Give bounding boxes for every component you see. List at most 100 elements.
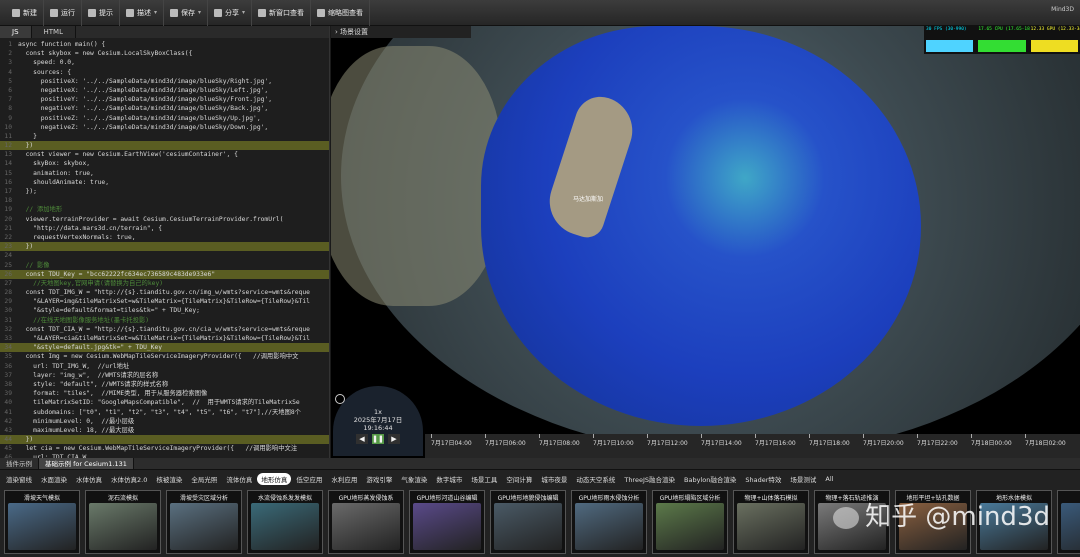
category-tab[interactable]: 地形仿真 [257,473,292,485]
line-number: 32 [4,325,12,333]
code-text: "&style=default&format=tiles&tk=" + TDU_… [18,307,200,315]
category-tab[interactable]: 渲染窗线 [2,473,36,485]
example-thumbnail[interactable]: GPU地形地貌侵蚀编辑 [490,490,566,554]
category-tab[interactable]: 场景工具 [467,473,501,485]
code-text: const Img = new Cesium.WebMapTileService… [18,353,299,361]
clock-speed: 1x [374,408,382,416]
perf-label: 17.65 CPU (17.65-18 [978,27,1030,32]
code-text: format: "tiles", //MIME类型, 用于从服务器检索图像 [18,390,208,398]
toolbar-button-7[interactable]: 缩略图查看 [311,0,371,26]
code-text: "&style=default.jpg&tk=" + TDU_Key [18,344,163,352]
example-thumbnail[interactable] [1057,490,1080,554]
toolbar-button-1[interactable]: 运行 [44,0,82,26]
rewind-button[interactable]: ◀ [356,434,368,444]
toolbar-button-6[interactable]: 新窗口查看 [252,0,312,26]
scene-settings-header[interactable]: › 场景设置 [331,26,471,38]
code-line: 23 }) [0,242,329,252]
code-text: sources: { [18,68,72,76]
help-icon[interactable] [335,394,345,404]
code-text: minimumLevel: 0, //最小层级 [18,417,135,425]
category-tab[interactable]: 气象渲染 [397,473,431,485]
code-line: 9 positiveZ: '../../SampleData/mind3d/im… [0,114,329,123]
category-tab[interactable]: 核被渲染 [152,473,186,485]
category-tab[interactable]: 动态天空系统 [572,473,619,485]
perf-bar [1030,40,1078,52]
category-tab[interactable]: 游戏引擎 [362,473,396,485]
line-number: 23 [4,243,12,251]
toolbar-label: 新窗口查看 [269,8,305,17]
line-number: 16 [4,178,12,186]
example-thumbnail[interactable]: GPU地形塌陷区域分析 [652,490,728,554]
new-window-icon [258,8,267,17]
perf-monitor: 30 FPS (30-990) 17.65 CPU (17.65-18 12.33 … [924,26,1080,54]
timeline-tick: 7月17日22:00 [917,434,958,447]
timeline[interactable]: 7月17日04:00 7月17日06:00 7月17日08:00 7月17日10:00… [425,434,1080,458]
category-tab[interactable]: 全局光照 [187,473,221,485]
example-thumbnail[interactable]: GPU地形河道山谷编辑 [409,490,485,554]
example-thumbnail[interactable]: 滑坡受灾区域分析 [166,490,242,554]
code-line: 37 layer: "img_w", //WMTS请求的层名称 [0,371,329,380]
category-tab[interactable]: 水体仿真2.0 [107,473,151,485]
code-line: 11 } [0,132,329,141]
toolbar-button-4[interactable]: 保存 ▾ [164,0,209,26]
line-number: 1 [8,41,12,48]
example-thumbnail[interactable]: 水流侵蚀系发发模拟 [247,490,323,554]
code-text: speed: 0.0, [18,59,75,67]
code-line: 32 const TDT_CIA_W = "http://{s}.tiandit… [0,325,329,334]
code-text: const viewer = new Cesium.EarthView('ces… [18,151,238,159]
category-tab[interactable]: 水体仿真 [72,473,106,485]
code-text: }) [18,142,34,150]
code-text: maximumLevel: 18, //最大层级 [18,426,135,434]
pause-button[interactable]: ❚❚ [372,434,384,444]
toolbar: 新建 运行 提示 描述 ▾ 保存 ▾ 分享 ▾ 新窗口查看 缩略图查看 [0,0,1080,26]
code-text: shouldAnimate: true, [18,178,109,186]
thumbnail-label: GPU地形塌陷区域分析 [659,495,721,502]
example-thumbnail[interactable]: 滑坡天气模拟 [4,490,80,554]
tab-plugin-examples[interactable]: 插件示例 [0,458,39,469]
category-tab[interactable]: 水利应用 [327,473,361,485]
code-area[interactable]: 1 async function main() {2 const skybox =… [0,40,329,458]
example-thumbnail[interactable]: 物理+山体落石模拟 [733,490,809,554]
code-text: negativeZ: '../../SampleData/mind3d/imag… [18,123,269,131]
tab-js[interactable]: JS [0,26,32,38]
toolbar-button-5[interactable]: 分享 ▾ [208,0,253,26]
play-icon [50,8,58,17]
category-tab[interactable]: 数字城市 [432,473,466,485]
category-tab[interactable]: 水面渲染 [37,473,71,485]
line-number: 4 [8,68,12,76]
cesium-viewer[interactable]: › 场景设置 30 FPS (30-990) 17.65 CPU (17.65-1… [331,26,1080,458]
category-tab[interactable]: 流体仿真 [222,473,256,485]
chevron-down-icon: ▾ [198,9,202,16]
category-tab[interactable]: 低空应用 [292,473,326,485]
code-line: 1 async function main() { [0,40,329,49]
tab-basic-examples[interactable]: 基础示例 for Cesium1.131 [39,458,134,469]
code-text: subdomains: ["t0", "t1", "t2", "t3", "t4… [18,408,301,416]
thumbnail-image [251,503,319,550]
line-number: 30 [4,307,12,315]
toolbar-button-0[interactable]: 新建 [6,0,44,26]
example-thumbnail[interactable]: 泥石流模拟 [85,490,161,554]
forward-button[interactable]: ▶ [388,434,400,444]
category-tab[interactable]: 场景测试 [786,473,820,485]
code-line: 18 [0,196,329,205]
code-line: 16 shouldAnimate: true, [0,178,329,187]
code-text: }) [18,243,34,251]
toolbar-button-3[interactable]: 描述 ▾ [120,0,165,26]
category-tab[interactable]: 空间计算 [502,473,536,485]
example-thumbnail[interactable]: GPU地形雨水侵蚀分析 [571,490,647,554]
line-number: 7 [8,96,12,104]
line-number: 20 [4,215,12,223]
code-line: 21 "http://data.mars3d.cn/terrain", { [0,224,329,233]
toolbar-button-2[interactable]: 提示 [82,0,120,26]
category-tab[interactable]: ThreeJS融合渲染 [620,473,679,485]
example-thumbnail[interactable]: GPU地形蒸发侵蚀系 [328,490,404,554]
line-number: 15 [4,169,12,177]
category-tab[interactable]: Shader特效 [741,473,785,485]
category-tab[interactable]: All [821,474,837,484]
thumbnail-label: GPU地形雨水侵蚀分析 [578,495,640,502]
timeline-tick: 7月17日20:00 [863,434,904,447]
tab-html[interactable]: HTML [32,26,76,38]
category-tab[interactable]: 城市夜景 [537,473,571,485]
line-number: 41 [4,408,12,416]
category-tab[interactable]: Babylon融合渲染 [680,473,740,485]
